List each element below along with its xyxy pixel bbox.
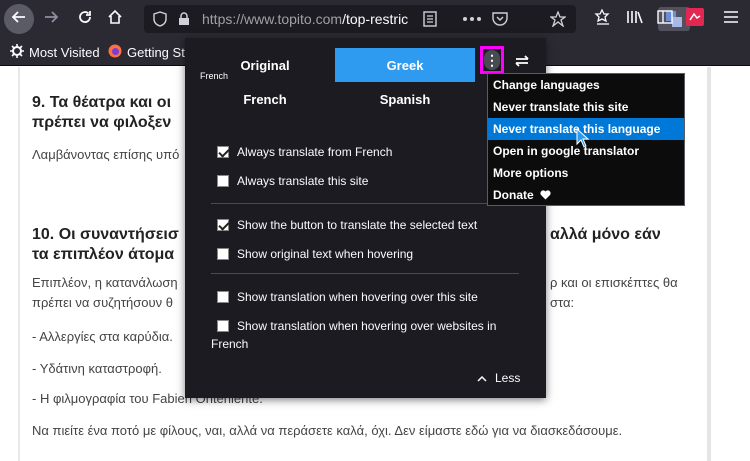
divider <box>211 273 519 274</box>
option-always-translate-site[interactable]: Always translate this site <box>217 174 368 188</box>
bookmark-star-icon[interactable] <box>548 9 568 29</box>
menu-item-change-languages[interactable]: Change languages <box>488 74 684 96</box>
sidebar-button[interactable] <box>650 4 680 34</box>
option-show-translate-button[interactable]: Show the button to translate the selecte… <box>217 218 477 232</box>
option-show-translation-hovering-websites[interactable]: Show translation when hovering over webs… <box>217 319 496 333</box>
heading-9-line2: πρέπει να φιλοξεν <box>32 114 172 131</box>
option-show-translation-hovering-site[interactable]: Show translation when hovering over this… <box>217 290 478 304</box>
scrollbar-track[interactable] <box>707 67 711 461</box>
menu-item-more-options[interactable]: More options <box>488 162 684 184</box>
extension-red-icon <box>686 7 704 31</box>
list-item: - Αλλεργίες στα καρύδια. <box>32 329 173 344</box>
paragraph-9: Λαμβάνοντας επίσης υπό <box>32 147 180 162</box>
heading-10-line1-end: αλλά μόνο εάν <box>550 226 661 243</box>
firefox-icon <box>108 44 122 61</box>
less-button[interactable]: Less <box>477 371 520 385</box>
home-button[interactable] <box>100 4 130 34</box>
option-label: Always translate from French <box>237 145 393 159</box>
divider <box>211 203 519 204</box>
mouse-cursor-icon <box>576 127 590 153</box>
reader-view-icon[interactable] <box>420 9 440 29</box>
option-label: Show the button to translate the selecte… <box>237 218 478 232</box>
heart-icon <box>540 185 551 207</box>
shield-icon[interactable] <box>150 9 170 29</box>
option-always-translate-from-french[interactable]: Always translate from French <box>217 145 392 159</box>
option-label: Always translate this site <box>237 174 369 188</box>
more-actions-icon[interactable] <box>462 9 482 29</box>
pocket-icon[interactable] <box>490 9 510 29</box>
url-path: /top-restric <box>342 11 409 27</box>
checkbox[interactable] <box>217 248 229 260</box>
tab-french[interactable]: French <box>229 92 301 107</box>
heading-10-line2: τα επιπλέον άτομα <box>32 246 175 263</box>
arrow-left-icon <box>11 9 27 30</box>
forward-button[interactable] <box>36 4 66 34</box>
closing-paragraph: Να πιείτε ένα ποτό με φίλους, ναι, αλλά … <box>32 423 623 438</box>
option-label: Show translation when hovering over this… <box>237 290 478 304</box>
library-icon <box>626 9 644 30</box>
tab-greek[interactable]: Greek <box>335 48 475 82</box>
option-show-original-hovering[interactable]: Show original text when hovering <box>217 247 413 261</box>
menu-button[interactable]: ⋮ <box>480 46 504 74</box>
app-menu-button[interactable] <box>716 4 746 34</box>
arrow-right-icon <box>43 9 59 30</box>
url-host: https://www.topito.com <box>202 11 343 27</box>
checkbox[interactable] <box>217 320 229 332</box>
paragraph-10-line2: πρέπει να συζητήσουν θ <box>32 295 173 310</box>
collections-button[interactable] <box>588 4 618 34</box>
bookmark-label: Getting Sta <box>127 45 193 60</box>
bookmark-getting-started[interactable]: Getting Sta <box>108 44 192 61</box>
gear-icon <box>10 44 24 61</box>
bookmark-label: Most Visited <box>29 45 100 60</box>
swap-languages-icon[interactable] <box>512 51 532 71</box>
menu-item-donate[interactable]: Donate <box>488 184 684 206</box>
library-button[interactable] <box>620 4 650 34</box>
checkbox-checked[interactable] <box>217 146 229 158</box>
url-bar[interactable]: https://www.topito.com/top-restric <box>144 5 690 33</box>
browser-toolbar: https://www.topito.com/top-restric <box>0 0 750 38</box>
hamburger-icon <box>723 10 739 29</box>
url-text: https://www.topito.com/top-restric <box>202 11 408 27</box>
checkbox[interactable] <box>217 291 229 303</box>
heading-10-line1: 10. Οι συναντήσεισ <box>32 226 179 243</box>
kebab-menu-icon: ⋮ <box>484 50 500 70</box>
home-icon <box>107 9 123 30</box>
option-label: Show translation when hovering over webs… <box>237 319 497 333</box>
back-button[interactable] <box>4 4 34 34</box>
extension-red-button[interactable] <box>680 4 710 34</box>
list-item: - Υδάτινη καταστροφή. <box>32 361 162 376</box>
reload-button[interactable] <box>70 4 100 34</box>
reload-icon <box>77 9 93 30</box>
tab-spanish[interactable]: Spanish <box>369 92 441 107</box>
heading-9-line1: 9. Τα θέατρα και οι <box>32 94 172 111</box>
tab-original[interactable]: Original <box>229 58 301 73</box>
checkbox-checked[interactable] <box>217 219 229 231</box>
source-language-label: French <box>200 71 229 81</box>
paragraph-10-line1: Επιπλέον, η κατανάλωση <box>32 275 178 290</box>
chevron-up-icon <box>477 371 487 385</box>
paragraph-10-line1-end: ρ και οι επισκέπτες θα <box>550 275 678 290</box>
menu-item-never-translate-site[interactable]: Never translate this site <box>488 96 684 118</box>
option-label: Show original text when hovering <box>237 247 414 261</box>
donate-label: Donate <box>493 188 534 202</box>
paragraph-10-line2-end: στα: <box>550 295 575 310</box>
checkbox[interactable] <box>217 175 229 187</box>
less-label: Less <box>495 371 521 385</box>
bookmark-most-visited[interactable]: Most Visited <box>10 44 100 61</box>
sidebar-icon <box>657 9 673 29</box>
lock-icon[interactable] <box>174 9 194 29</box>
option-label-continuation: French <box>211 337 249 351</box>
star-list-icon <box>594 8 612 30</box>
